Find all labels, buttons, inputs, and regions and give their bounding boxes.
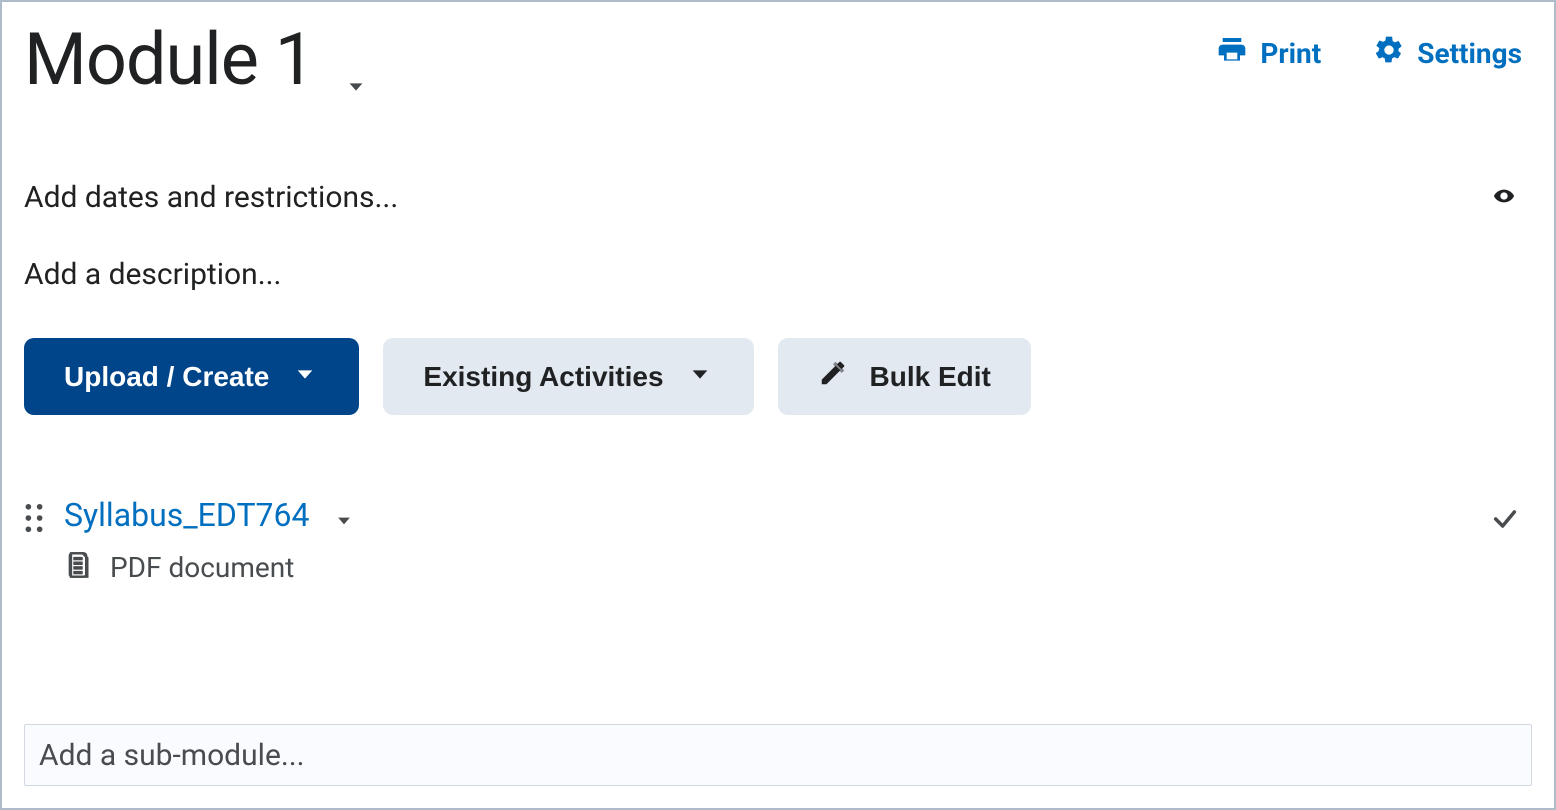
settings-label: Settings: [1417, 37, 1522, 70]
content-item-title-row: Syllabus_EDT764: [64, 495, 357, 535]
upload-create-label: Upload / Create: [64, 361, 269, 393]
gear-icon: [1373, 34, 1405, 73]
printer-icon: [1216, 34, 1248, 73]
add-sub-module-input[interactable]: [24, 724, 1532, 786]
visibility-icon[interactable]: [1488, 185, 1520, 211]
content-item-left: Syllabus_EDT764 PDF document: [24, 495, 357, 585]
print-button[interactable]: Print: [1216, 34, 1321, 73]
header: Module 1 Print Settings: [24, 22, 1532, 102]
page-title[interactable]: Module 1: [24, 22, 314, 98]
title-group: Module 1: [24, 22, 370, 102]
pencil-icon: [818, 358, 848, 395]
content-item-body: Syllabus_EDT764 PDF document: [64, 495, 357, 585]
settings-button[interactable]: Settings: [1373, 34, 1522, 73]
bulk-edit-button[interactable]: Bulk Edit: [778, 338, 1031, 415]
drag-handle-icon[interactable]: [24, 503, 44, 537]
checkmark-icon[interactable]: [1488, 505, 1522, 537]
content-item-title[interactable]: Syllabus_EDT764: [64, 496, 309, 534]
action-button-row: Upload / Create Existing Activities Bulk…: [24, 338, 1532, 415]
content-item-type: PDF document: [110, 551, 294, 584]
document-icon: [64, 549, 92, 585]
content-item-type-row: PDF document: [64, 549, 357, 585]
upload-create-button[interactable]: Upload / Create: [24, 338, 359, 415]
meta-row: Add dates and restrictions...: [24, 180, 1532, 215]
content-item: Syllabus_EDT764 PDF document: [24, 495, 1532, 585]
chevron-down-icon[interactable]: [331, 511, 357, 535]
add-description[interactable]: Add a description...: [24, 257, 1532, 292]
chevron-down-icon: [686, 361, 714, 393]
add-dates-restrictions[interactable]: Add dates and restrictions...: [24, 180, 398, 215]
existing-activities-label: Existing Activities: [423, 361, 663, 393]
chevron-down-icon[interactable]: [342, 76, 370, 102]
header-actions: Print Settings: [1216, 34, 1522, 73]
print-label: Print: [1260, 37, 1321, 70]
bulk-edit-label: Bulk Edit: [870, 361, 991, 393]
existing-activities-button[interactable]: Existing Activities: [383, 338, 753, 415]
chevron-down-icon: [291, 361, 319, 393]
